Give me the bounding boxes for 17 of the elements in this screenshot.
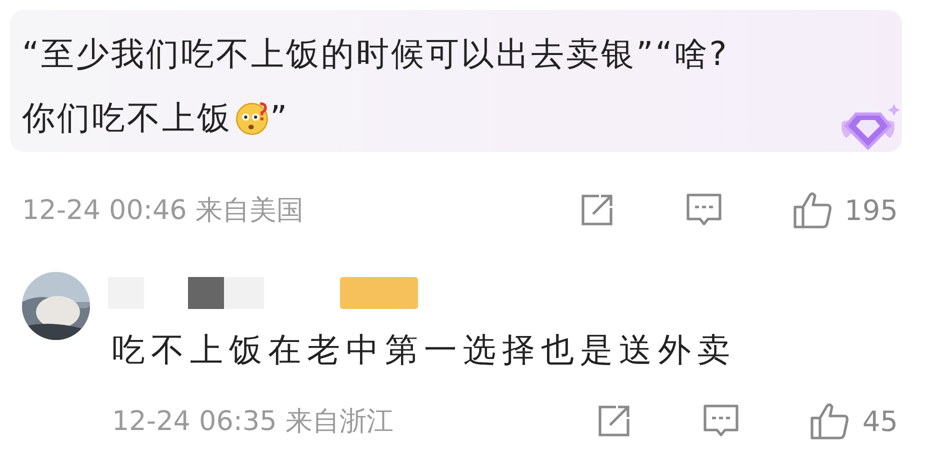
- like-count: 45: [862, 404, 898, 438]
- closing-quote: ”: [270, 97, 290, 139]
- comment-time: 12-24 00:46 来自美国: [22, 194, 304, 228]
- redaction-block: [188, 277, 224, 309]
- comment-time: 12-24 06:35 来自浙江: [112, 405, 394, 439]
- share-icon[interactable]: [596, 403, 632, 439]
- comment-icon[interactable]: [702, 403, 740, 439]
- comment-text: 你们吃不上饭: [22, 97, 232, 139]
- comment-text: “至少我们吃不上饭的时候可以出去卖银”“啥?: [22, 33, 730, 75]
- like-count: 195: [844, 194, 898, 226]
- comment-icon[interactable]: [684, 192, 723, 228]
- reply-text: 吃不上饭在老中第一选择也是送外卖: [112, 329, 737, 371]
- share-icon[interactable]: [578, 192, 615, 228]
- thumbs-up-icon[interactable]: [792, 191, 833, 229]
- redaction-block: [224, 277, 264, 309]
- confused-emoji-icon: [234, 100, 270, 136]
- thumbs-up-icon[interactable]: [810, 402, 850, 440]
